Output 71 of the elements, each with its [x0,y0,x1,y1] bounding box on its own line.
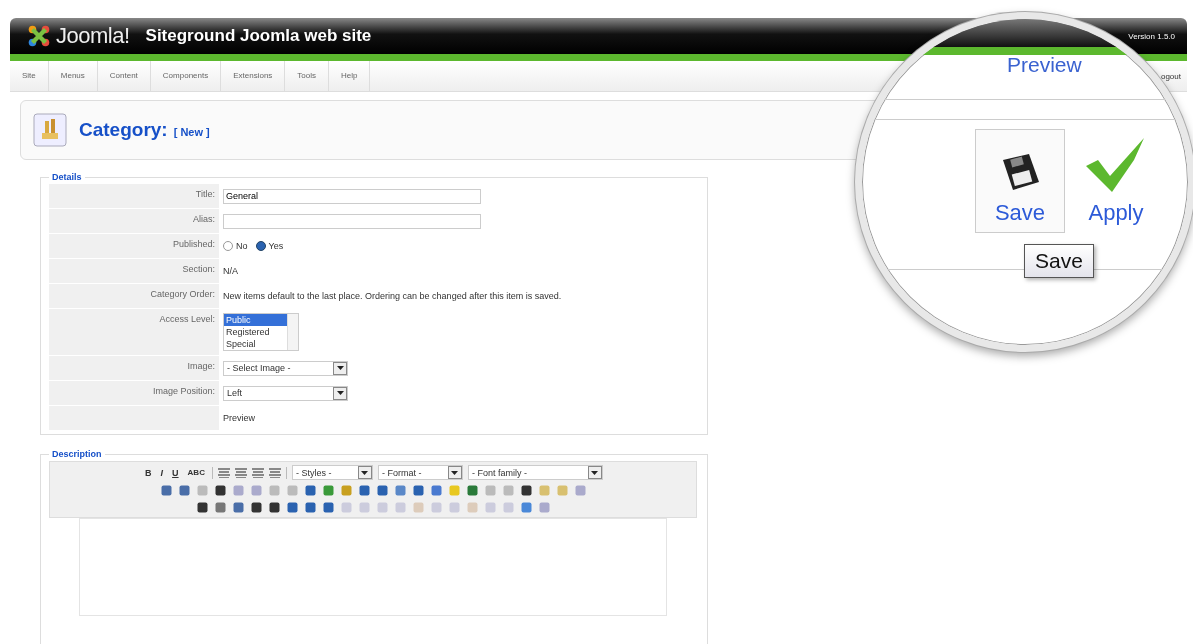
site-title: Siteground Joomla web site [145,26,372,46]
toolbar-icon[interactable] [303,501,317,514]
toolbar-icon[interactable] [411,484,425,497]
field-label: Title: [49,184,219,208]
field-value: N/A [223,266,238,276]
caret-icon [451,470,459,475]
field-label: Image: [49,356,219,380]
list-option[interactable]: Registered [224,326,287,338]
dropdown[interactable]: Left [223,385,348,401]
menu-item[interactable]: Components [150,61,222,91]
toolbar-icon[interactable] [519,484,533,497]
format-button[interactable]: U [170,467,181,478]
radio-option[interactable]: No [223,241,248,251]
toolbar-icon[interactable] [321,501,335,514]
align-icon[interactable] [234,467,247,478]
list-option[interactable]: Special [224,338,287,350]
text-field[interactable] [223,213,481,229]
menu-item[interactable]: Menus [48,61,98,91]
format-button[interactable]: I [158,467,166,478]
field-label: Published: [49,234,219,258]
toolbar-icon[interactable] [267,501,281,514]
menu-item[interactable]: Extensions [221,61,286,91]
toolbar-icon[interactable] [213,484,227,497]
caret-icon [336,391,344,395]
access-level-list[interactable]: Public Registered Special [223,313,299,351]
field-label: Image Position: [49,381,219,405]
field-label: Access Level: [49,309,219,355]
page-title: Category: [79,119,168,141]
menu-item[interactable]: Content [97,61,151,91]
category-icon [33,113,67,147]
toolbar-icon[interactable] [285,501,299,514]
field-label: Section: [49,259,219,283]
toolbar-button[interactable]: Save [975,129,1065,233]
toolbar-icon[interactable] [249,501,263,514]
logo-text: Joomla! [56,23,130,49]
version-label: Version 1.5.0 [1128,31,1175,41]
menu-item[interactable]: Site [10,61,49,91]
preview-link[interactable]: Preview [1007,53,1082,77]
section-legend: Description [49,449,105,459]
format-button[interactable]: B [143,467,154,478]
logout-link[interactable]: ogout [1160,71,1181,81]
section-legend: Details [49,172,85,182]
tooltip: Save [1024,244,1094,278]
text-field[interactable]: General [223,188,481,204]
field-label: Category Order: [49,284,219,308]
format-button[interactable]: ABC [185,468,207,477]
toolbar-button[interactable]: Apply [1071,129,1161,233]
scrollbar[interactable] [287,314,298,350]
field-label: Alias: [49,209,219,233]
menu-item[interactable]: Help [329,61,371,91]
toolbar-dropdown[interactable]: - Format - [377,465,463,480]
caret-icon [591,470,599,475]
field-value: New items default to the last place. Ordering can be changed after this item is saved. [223,291,562,301]
dropdown[interactable]: - Select Image - [223,360,348,376]
logo-icon [26,23,52,49]
caret-icon [361,470,369,475]
field-value: Preview [223,413,255,423]
align-icon[interactable] [268,467,281,478]
toolbar-icon[interactable] [195,501,209,514]
radio-option[interactable]: Yes [255,241,284,251]
toolbar-icon[interactable] [303,484,317,497]
toolbar-dropdown[interactable]: - Font family - [467,465,603,480]
align-icon[interactable] [217,467,230,478]
menu-item[interactable]: Tools [285,61,330,91]
toolbar-dropdown[interactable]: - Styles - [291,465,373,480]
align-icon[interactable] [251,467,264,478]
list-option[interactable]: Public [224,314,287,326]
caret-icon [336,366,344,370]
toolbar-icon[interactable] [357,484,371,497]
toolbar-icon[interactable] [375,484,389,497]
page-subtitle: [ New ] [173,126,210,138]
